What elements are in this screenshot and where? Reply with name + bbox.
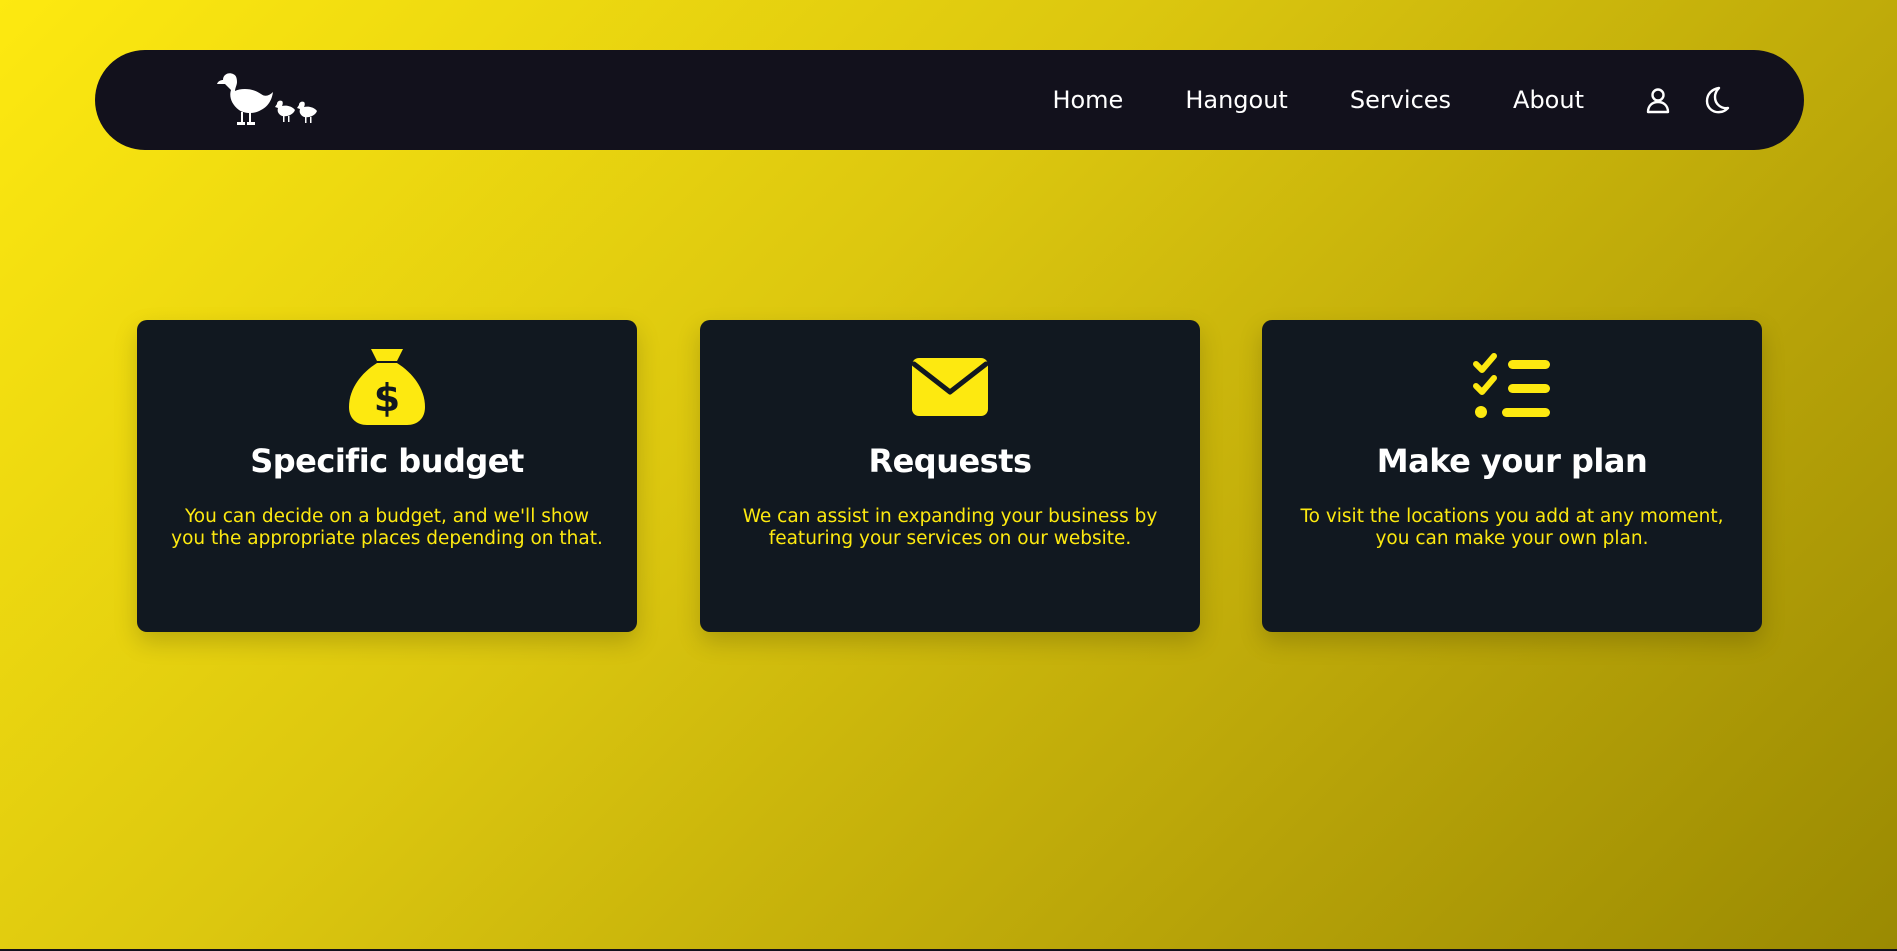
card-title: Specific budget [250, 442, 524, 480]
card-description: We can assist in expanding your business… [742, 506, 1158, 549]
nav-link-home[interactable]: Home [1052, 86, 1123, 114]
ducks-logo-icon[interactable] [215, 66, 325, 132]
card-description: You can decide on a budget, and we'll sh… [171, 506, 603, 549]
navbar: Home Hangout Services About [95, 50, 1804, 150]
service-card-budget: $ Specific budget You can decide on a bu… [137, 320, 637, 632]
envelope-icon [700, 346, 1200, 428]
moon-icon[interactable] [1700, 84, 1732, 116]
card-title: Make your plan [1376, 442, 1648, 480]
nav-link-services[interactable]: Services [1350, 86, 1451, 114]
nav-icons [1642, 50, 1732, 150]
card-title: Requests [868, 442, 1032, 480]
nav-links: Home Hangout Services About [1052, 50, 1584, 150]
user-icon[interactable] [1642, 84, 1674, 116]
money-bag-icon: $ [137, 346, 637, 428]
checklist-icon [1262, 346, 1762, 428]
service-card-requests: Requests We can assist in expanding your… [700, 320, 1200, 632]
nav-link-hangout[interactable]: Hangout [1185, 86, 1288, 114]
service-card-plan: Make your plan To visit the locations yo… [1262, 320, 1762, 632]
card-description: To visit the locations you add at any mo… [1300, 506, 1724, 549]
nav-link-about[interactable]: About [1513, 86, 1584, 114]
svg-text:$: $ [374, 376, 400, 420]
